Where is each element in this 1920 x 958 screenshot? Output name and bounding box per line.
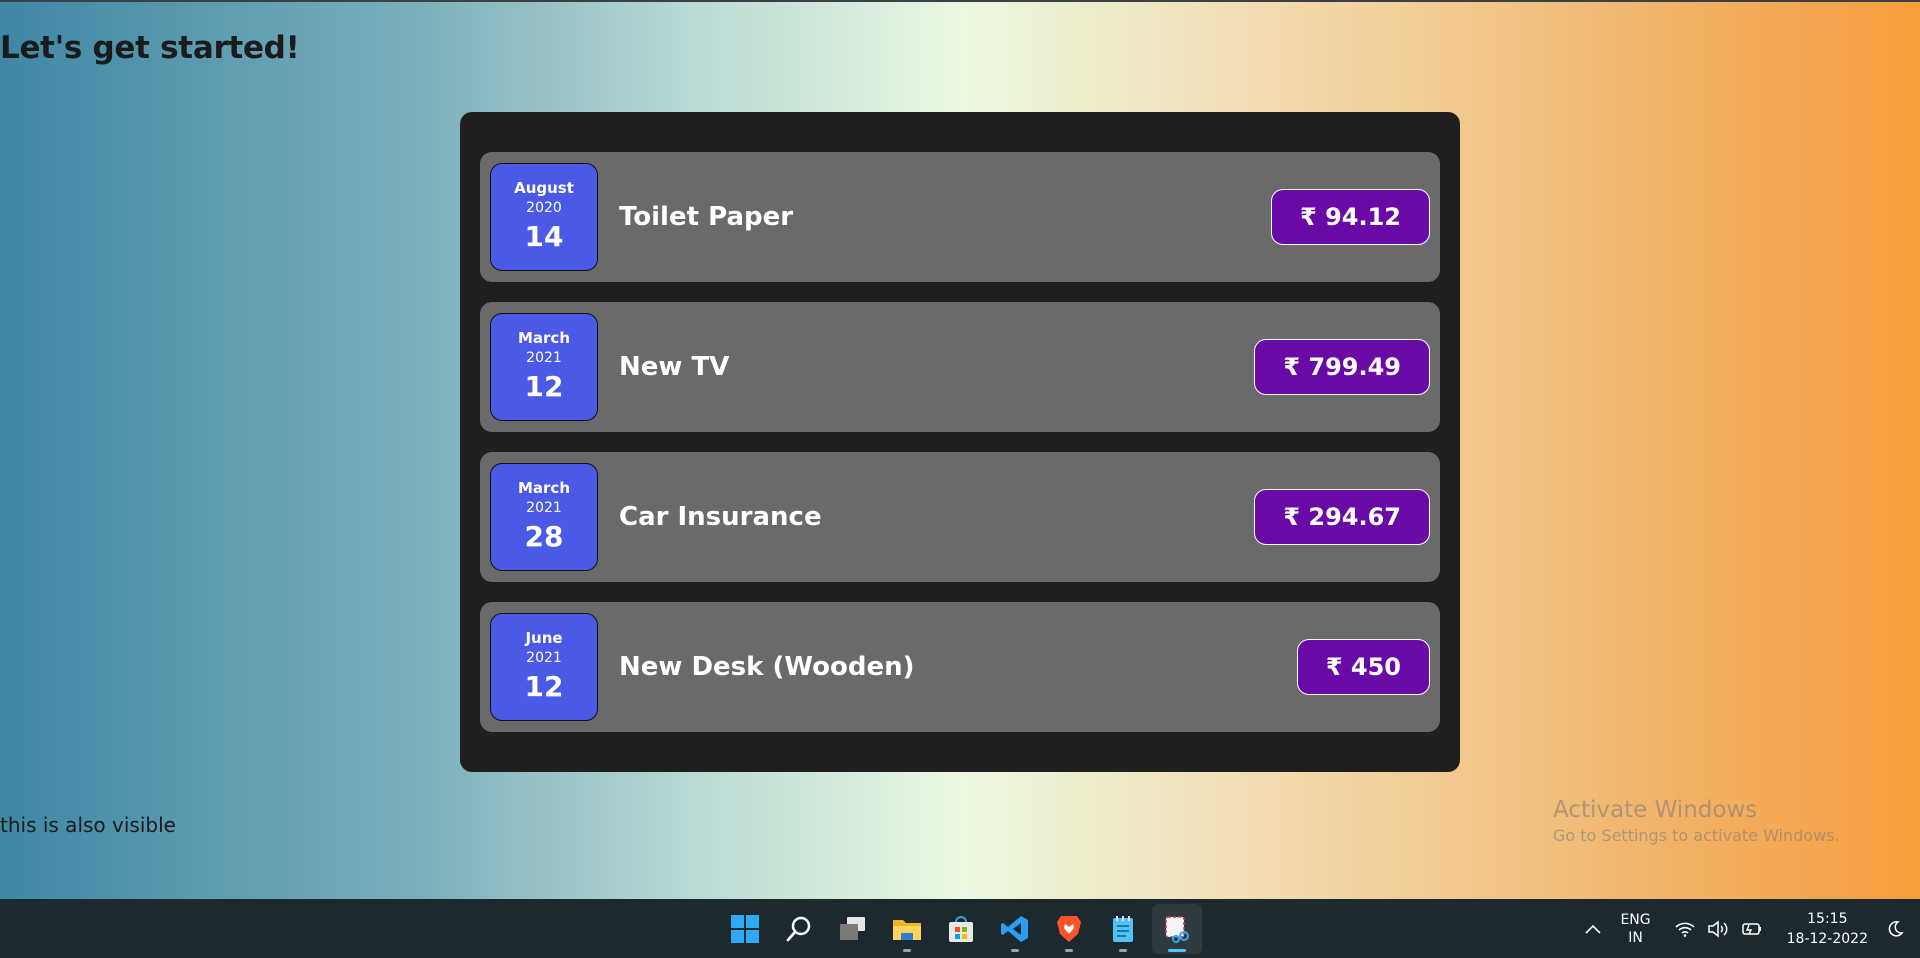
volume-icon[interactable] — [1707, 919, 1729, 938]
language-code: ENG — [1620, 911, 1651, 928]
windows-start-icon[interactable] — [720, 904, 770, 954]
expense-item[interactable]: June 2021 12 New Desk (Wooden) ₹ 450 — [480, 602, 1440, 732]
window-top-border — [0, 0, 1920, 2]
expense-title: New Desk (Wooden) — [619, 652, 915, 682]
expense-month: August — [514, 179, 574, 197]
expense-year: 2021 — [526, 350, 562, 366]
watermark-title: Activate Windows — [1553, 797, 1758, 823]
focus-moon-icon[interactable] — [1886, 920, 1904, 938]
page-title: Let's get started! — [0, 30, 300, 66]
expense-day: 12 — [524, 370, 564, 403]
expense-date: August 2020 14 — [490, 163, 598, 271]
expense-item[interactable]: March 2021 12 New TV ₹ 799.49 — [480, 302, 1440, 432]
expense-day: 28 — [524, 520, 564, 553]
expense-year: 2021 — [526, 500, 562, 516]
running-indicator — [903, 948, 911, 952]
expense-price: ₹ 94.12 — [1271, 189, 1430, 245]
snipping-tool-icon[interactable] — [1152, 903, 1202, 954]
brave-browser-icon[interactable] — [1044, 904, 1094, 954]
wifi-icon[interactable] — [1675, 921, 1695, 937]
taskbar: ENG IN 15:15 18-12-2022 — [0, 899, 1920, 958]
file-explorer-icon[interactable] — [882, 904, 932, 954]
vscode-icon[interactable] — [990, 904, 1040, 954]
clock[interactable]: 15:15 18-12-2022 — [1787, 909, 1868, 949]
expense-date: March 2021 28 — [490, 463, 598, 571]
expense-item[interactable]: March 2021 28 Car Insurance ₹ 294.67 — [480, 452, 1440, 582]
running-indicator — [1065, 948, 1073, 952]
chevron-up-icon[interactable] — [1584, 923, 1602, 935]
system-tray: ENG IN 15:15 18-12-2022 — [1578, 899, 1920, 958]
expenses-card: August 2020 14 Toilet Paper ₹ 94.12 Marc… — [460, 112, 1460, 772]
expense-title: Toilet Paper — [619, 202, 794, 232]
expense-price: ₹ 450 — [1296, 639, 1430, 695]
expense-date: June 2021 12 — [490, 613, 598, 721]
watermark-subtitle: Go to Settings to activate Windows. — [1553, 826, 1840, 845]
battery-icon[interactable] — [1741, 921, 1763, 937]
expense-title: New TV — [619, 352, 730, 382]
expense-day: 12 — [524, 670, 564, 703]
clock-date: 18-12-2022 — [1786, 930, 1868, 947]
expense-price: ₹ 799.49 — [1254, 339, 1430, 395]
expense-item[interactable]: August 2020 14 Toilet Paper ₹ 94.12 — [480, 152, 1440, 282]
language-indicator[interactable]: ENG IN — [1620, 911, 1650, 947]
expense-date: March 2021 12 — [490, 313, 598, 421]
taskbar-apps — [718, 899, 1204, 958]
expense-year: 2021 — [526, 650, 562, 666]
expense-month: March — [517, 479, 571, 497]
footer-text: this is also visible — [0, 813, 176, 837]
search-icon[interactable] — [774, 904, 824, 954]
expense-price: ₹ 294.67 — [1254, 489, 1430, 545]
notepad-icon[interactable] — [1098, 904, 1148, 954]
microsoft-store-icon[interactable] — [936, 904, 986, 954]
expense-month: March — [517, 329, 571, 347]
clock-time: 15:15 — [1807, 910, 1848, 927]
region-code: IN — [1628, 929, 1643, 946]
expense-day: 14 — [524, 220, 564, 253]
task-view-icon[interactable] — [828, 904, 878, 954]
expense-year: 2020 — [526, 200, 562, 216]
expense-title: Car Insurance — [619, 502, 822, 532]
expense-month: June — [525, 629, 563, 647]
activate-windows-watermark: Activate Windows Go to Settings to activ… — [1553, 795, 1840, 847]
running-indicator — [1119, 948, 1127, 952]
running-indicator — [1011, 948, 1019, 952]
running-indicator — [1168, 948, 1186, 952]
